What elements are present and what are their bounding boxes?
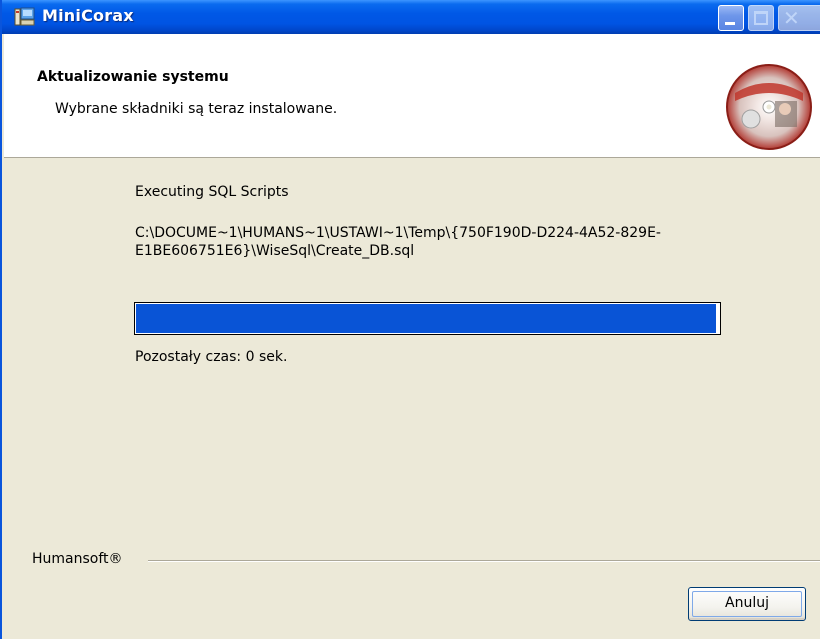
minimize-button[interactable] [718, 5, 744, 31]
cancel-button-label: Anuluj [725, 595, 769, 611]
brand-row: Humansoft® [4, 548, 820, 568]
remaining-time: Pozostały czas: 0 sek. [135, 349, 288, 365]
brand-divider [148, 560, 820, 562]
minimize-icon [725, 22, 735, 25]
window-title: MiniCorax [42, 6, 134, 25]
installer-app-icon [14, 7, 35, 26]
header-subtitle: Wybrane składniki są teraz instalowane. [55, 101, 338, 117]
wizard-header: Aktualizowanie systemu Wybrane składniki… [4, 34, 820, 158]
maximize-icon [754, 11, 768, 25]
status-label: Executing SQL Scripts [135, 184, 289, 200]
cd-disc-logo-icon [726, 64, 812, 150]
close-button[interactable]: ✕ [778, 5, 820, 31]
maximize-button[interactable] [748, 5, 774, 31]
brand-label: Humansoft® [32, 551, 123, 567]
installer-window: MiniCorax ✕ Aktualizowanie systemu Wybra… [0, 0, 820, 639]
close-icon: ✕ [783, 6, 800, 30]
current-file-path: C:\DOCUME~1\HUMANS~1\USTAWI~1\Temp\{750F… [135, 225, 661, 259]
progress-fill [136, 304, 716, 333]
install-progress-bar [134, 302, 721, 335]
header-title: Aktualizowanie systemu [37, 69, 229, 85]
title-bar[interactable]: MiniCorax ✕ [2, 0, 820, 34]
cancel-button[interactable]: Anuluj [688, 587, 806, 621]
